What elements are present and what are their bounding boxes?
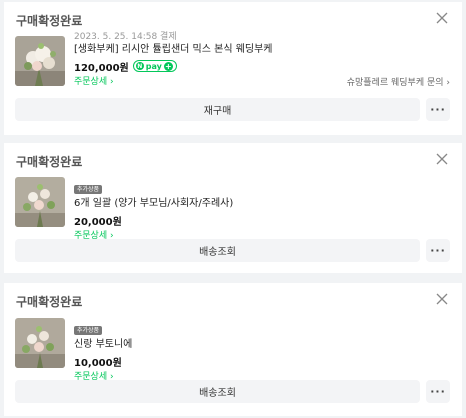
order-card: 구매확정완료 2023. 5. 25. 14:58 결제 [생화부케] 리시안 … [4,2,462,135]
npay-n-icon: N [135,62,144,70]
close-icon[interactable] [434,10,450,26]
order-status-title: 구매확정완료 [16,14,83,28]
additional-product-tag: 추가상품 [74,326,103,335]
product-thumbnail[interactable] [15,177,65,227]
boutonniere-image [15,177,65,227]
bouquet-image [15,36,65,86]
order-detail-link[interactable]: 주문상세 › [74,75,273,89]
plus-icon: + [163,61,173,71]
order-card: 구매확정완료 추가상품 6개 일괄 (양가 부모님/사회자/주례사) 20,00… [4,143,462,273]
product-thumbnail[interactable] [15,318,65,368]
npay-badge: N pay + [132,60,177,72]
close-icon[interactable] [434,291,450,307]
product-name[interactable]: 6개 일괄 (양가 부모님/사회자/주례사) [74,197,233,211]
product-name[interactable]: [생화부케] 리시안 튤립샌더 믹스 본식 웨딩부케 [74,43,273,57]
order-status-title: 구매확정완료 [16,155,83,169]
order-status-title: 구매확정완료 [16,295,83,309]
product-price: 10,000원 [74,357,122,369]
track-delivery-button[interactable]: 배송조회 [15,380,420,403]
reorder-button[interactable]: 재구매 [15,98,420,121]
seller-inquiry-link[interactable]: 슈망플레르 웨딩부케 문의 › [347,75,450,88]
more-options-button[interactable]: ··· [426,239,450,262]
order-card: 구매확정완료 추가상품 신랑 부토니에 10,000원 주문상세 › 배송조회 … [4,283,462,416]
product-price: 20,000원 [74,216,122,228]
product-thumbnail[interactable] [15,36,65,86]
track-delivery-button[interactable]: 배송조회 [15,239,420,262]
more-options-button[interactable]: ··· [426,380,450,403]
product-price: 120,000원 [74,62,129,74]
payment-datetime: 2023. 5. 25. 14:58 결제 [74,32,177,42]
more-options-button[interactable]: ··· [426,98,450,121]
additional-product-tag: 추가상품 [74,185,103,194]
boutonniere-image [15,318,65,368]
close-icon[interactable] [434,151,450,167]
product-name[interactable]: 신랑 부토니에 [74,338,132,352]
